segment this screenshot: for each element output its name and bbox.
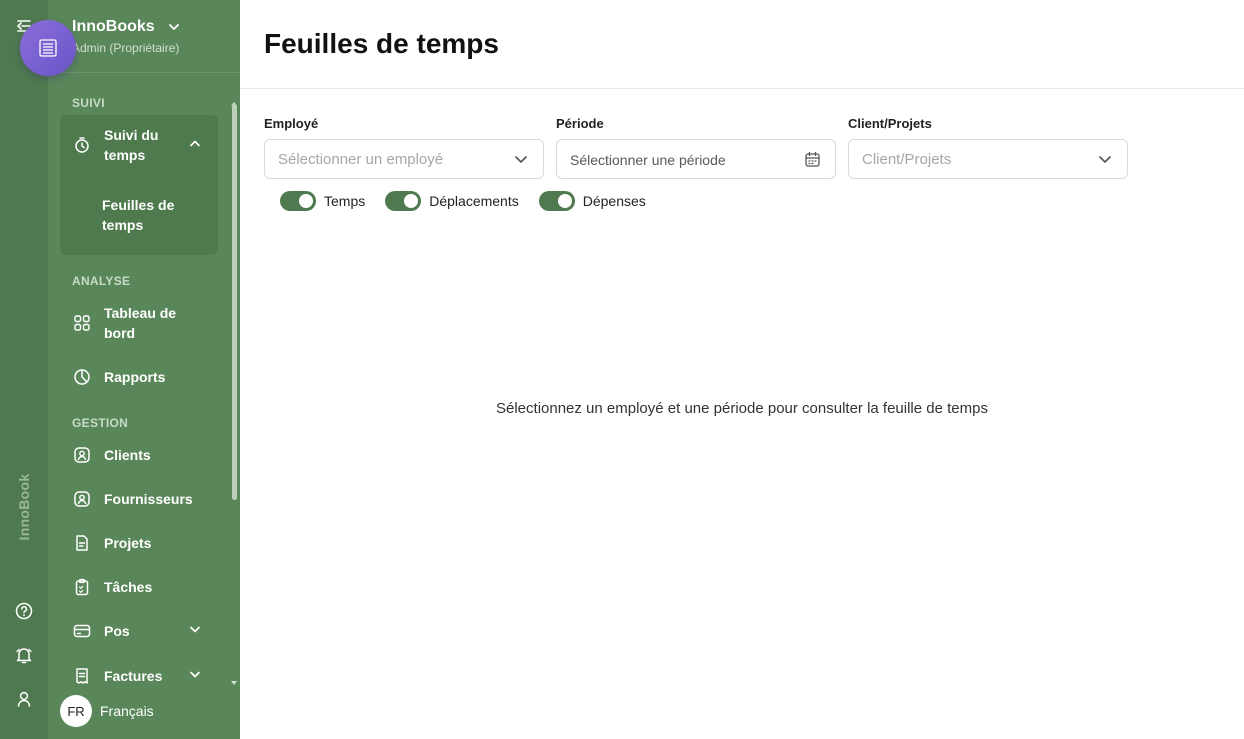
sidebar-item-label: Pos [104, 623, 130, 639]
document-icon [72, 533, 92, 553]
chevron-down-icon [1097, 151, 1113, 172]
language-label: Français [100, 703, 154, 719]
type-toggles: Temps Déplacements Dépenses [280, 191, 666, 211]
pie-chart-icon [72, 367, 92, 387]
chevron-down-icon [188, 668, 202, 685]
sidebar-item-label: Projets [104, 535, 152, 551]
sidebar-item-label: Suivi du temps [104, 127, 159, 163]
floating-menu-button[interactable] [20, 20, 76, 76]
sidebar-item-label: Tâches [104, 579, 153, 595]
sidebar-item-reports[interactable]: Rapports [72, 367, 222, 387]
chevron-down-icon [166, 19, 182, 40]
sidebar-item-timesheets[interactable]: Feuilles de temps [102, 195, 202, 235]
calendar-icon[interactable] [804, 151, 821, 173]
employee-label: Employé [264, 116, 319, 131]
sidebar-item-tasks[interactable]: Tâches [72, 577, 222, 597]
sidebar-item-time-tracking[interactable]: Suivi du temps [72, 125, 212, 165]
client-projects-label: Client/Projets [848, 116, 932, 131]
help-icon[interactable] [12, 599, 36, 623]
header-divider [240, 88, 1244, 89]
receipt-icon [72, 666, 92, 686]
sidebar-item-label: Tableau de bord [104, 305, 177, 341]
chevron-down-icon [188, 623, 202, 640]
sidebar: InnoBooks Admin (Propriétaire) SUIVI Sui… [48, 0, 240, 739]
sidebar-item-projects[interactable]: Projets [72, 533, 222, 553]
chevron-up-icon [188, 137, 202, 154]
org-role: Admin (Propriétaire) [72, 41, 180, 55]
language-switcher[interactable]: FR Français [60, 695, 154, 727]
toggle-switch[interactable] [280, 191, 316, 211]
sidebar-item-suppliers[interactable]: Fournisseurs [72, 489, 222, 509]
toggle-switch[interactable] [538, 191, 575, 211]
sidebar-item-label: Clients [104, 447, 151, 463]
toggle-label: Dépenses [582, 193, 646, 209]
list-icon [39, 39, 57, 57]
toggle-time[interactable]: Temps [280, 191, 365, 211]
main-content: Feuilles de temps Employé Sélectionner u… [240, 0, 1244, 739]
org-switcher[interactable]: InnoBooks Admin (Propriétaire) [48, 0, 240, 73]
section-label-gestion: GESTION [72, 416, 129, 430]
stopwatch-icon [72, 135, 92, 155]
employee-select[interactable]: Sélectionner un employé [264, 139, 544, 179]
sidebar-item-dashboard[interactable]: Tableau de bord [72, 303, 222, 343]
org-name: InnoBooks [72, 18, 155, 35]
sidebar-item-pos[interactable]: Pos [72, 621, 232, 641]
toggle-expenses[interactable]: Dépenses [538, 191, 646, 211]
period-picker[interactable]: Sélectionner une période [556, 139, 836, 179]
empty-state-message: Sélectionnez un employé et une période p… [496, 400, 988, 417]
client-projects-placeholder: Client/Projets [862, 151, 952, 168]
user-profile-icon[interactable] [12, 687, 36, 711]
credit-card-icon [72, 621, 92, 641]
sidebar-item-invoices[interactable]: Factures [72, 666, 232, 686]
scroll-down-arrow-icon[interactable] [231, 673, 237, 691]
notifications-icon[interactable] [12, 643, 36, 667]
sidebar-item-clients[interactable]: Clients [72, 445, 222, 465]
icon-rail: InnoBook [0, 0, 48, 739]
sidebar-item-label: Rapports [104, 369, 166, 385]
toggle-label: Déplacements [429, 193, 519, 209]
toggle-switch[interactable] [385, 191, 422, 211]
brand-logo-vertical: InnoBook [16, 473, 32, 541]
period-label: Période [556, 116, 604, 131]
page-title: Feuilles de temps [264, 28, 499, 59]
section-label-analyse: ANALYSE [72, 274, 131, 288]
sidebar-item-label: Fournisseurs [104, 491, 193, 507]
contact-icon [72, 445, 92, 465]
employee-placeholder: Sélectionner un employé [278, 151, 444, 168]
sidebar-scrollbar[interactable] [232, 104, 237, 500]
chevron-down-icon [513, 151, 529, 172]
toggle-travel[interactable]: Déplacements [385, 191, 519, 211]
section-label-suivi: SUIVI [72, 96, 105, 110]
contact-icon [72, 489, 92, 509]
sidebar-item-label: Factures [104, 668, 163, 684]
language-code-badge: FR [60, 695, 92, 727]
client-projects-select[interactable]: Client/Projets [848, 139, 1128, 179]
grid-icon [72, 313, 92, 333]
toggle-label: Temps [324, 193, 366, 209]
period-placeholder: Sélectionner une période [570, 152, 726, 168]
clipboard-check-icon [72, 577, 92, 597]
